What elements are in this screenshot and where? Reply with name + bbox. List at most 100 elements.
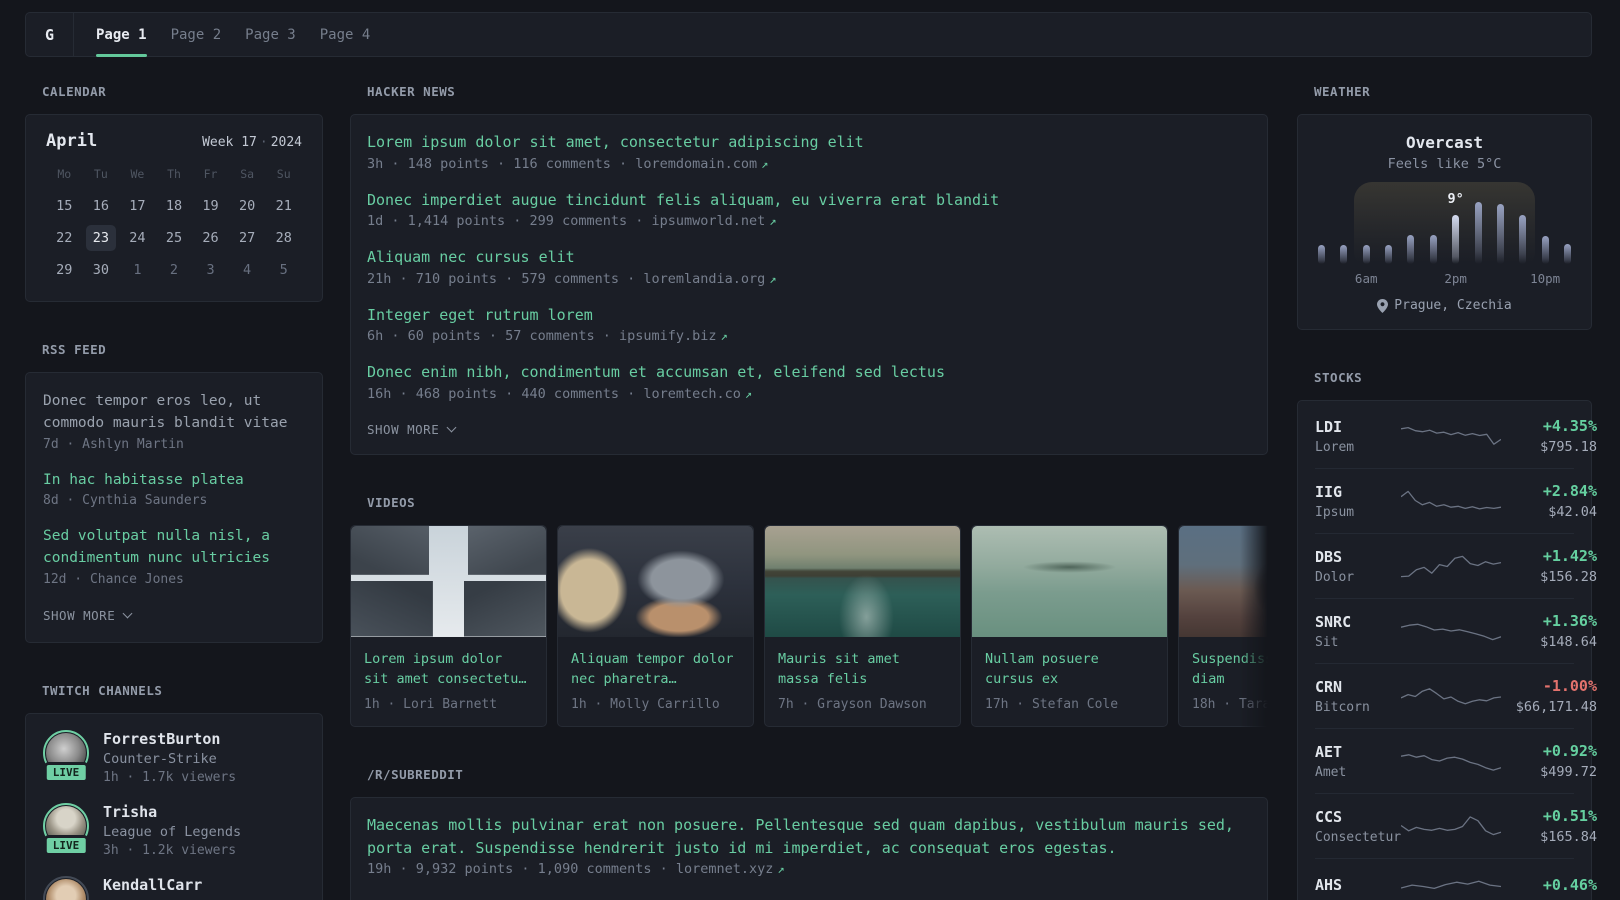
stock-symbol[interactable]: DBS [1315,548,1401,566]
tab-page-1[interactable]: Page 1 [96,13,147,57]
hn-item-meta: 16h · 468 points · 440 comments · loremt… [367,386,1251,402]
video-card[interactable]: Suspendisse diam 18h · Tara [1178,524,1268,727]
hn-item-title[interactable]: Donec enim nibh, condimentum et accumsan… [367,361,1251,384]
show-more-label: SHOW MORE [367,421,440,437]
hn-domain-link[interactable]: ipsumify.biz [619,328,717,344]
video-card[interactable]: Mauris sit amet massa felis 7h · Grayson… [764,524,961,727]
stock-row[interactable]: CRN Bitcorn -1.00% $66,171.48 [1315,663,1597,728]
weather-bar [1452,215,1460,264]
reddit-post-title[interactable]: Maecenas mollis pulvinar erat non posuer… [367,814,1251,859]
twitch-channel-name[interactable]: KendallCarr [103,876,202,894]
calendar-day: 25 [165,230,183,246]
tab-page-3[interactable]: Page 3 [245,13,296,56]
stock-symbol[interactable]: IIG [1315,483,1401,501]
hn-domain-link[interactable]: loremdomain.com [635,156,757,172]
twitch-channel-row[interactable]: KendallCarr [43,875,305,900]
twitch-channel-row[interactable]: LIVE ForrestBurton Counter-Strike 1h · 1… [43,729,305,785]
rss-section-title: RSS FEED [42,342,107,357]
weather-bar [1385,245,1393,264]
hn-item-title[interactable]: Integer eget rutrum lorem [367,304,1251,327]
stock-symbol[interactable]: AHS [1315,876,1401,894]
hn-domain-link[interactable]: loremtech.co [643,386,741,402]
rss-item-title[interactable]: Sed volutpat nulla nisl, a condimentum n… [43,526,305,570]
calendar-grid: Mo Tu We Th Fr Sa Su 15 16 17 18 19 20 2… [46,167,302,283]
rss-item: In hac habitasse platea 8d · Cynthia Sau… [43,470,305,509]
reddit-post-meta: 19h · 9,932 points · 1,090 comments · lo… [367,861,1251,877]
video-thumbnail[interactable] [1179,525,1268,637]
hn-item-title[interactable]: Donec imperdiet augue tincidunt felis al… [367,189,1251,212]
video-meta: 17h · Stefan Cole [985,697,1119,712]
external-link-icon: ↗ [720,329,728,343]
stock-change: +0.92% [1542,742,1597,760]
nav-tabs: Page 1 Page 2 Page 3 Page 4 [96,13,371,57]
video-card[interactable]: Aliquam tempor dolor nec pharetra… 1h · … [557,524,754,727]
calendar-widget: CALENDAR April Week 17 · 2024 Mo Tu We Th … [25,84,323,302]
stock-change: +0.51% [1542,807,1597,825]
stock-row[interactable]: IIG Ipsum +2.84% $42.04 [1315,468,1597,533]
calendar-month: April [46,131,98,151]
stock-name: Ipsum [1315,504,1355,520]
weather-bar [1474,202,1482,264]
stock-row[interactable]: AET Amet +0.92% $499.72 [1315,728,1597,793]
twitch-channel-name[interactable]: ForrestBurton [103,730,236,748]
video-title[interactable]: Mauris sit amet massa felis [778,649,947,690]
subreddit-section-title: /R/SUBREDDIT [367,767,464,782]
weekday-label: Mo [57,167,72,181]
stock-row[interactable]: LDI Lorem +4.35% $795.18 [1315,404,1597,468]
video-meta: 1h · Molly Carrillo [571,697,720,712]
stock-row[interactable]: SNRC Sit +1.36% $148.64 [1315,598,1597,663]
stock-symbol[interactable]: CRN [1315,678,1401,696]
stock-price: $148.64 [1540,634,1597,650]
stock-row[interactable]: AHS +0.46% [1315,858,1597,900]
stock-row[interactable]: DBS Dolor +1.42% $156.28 [1315,533,1597,598]
stocks-section-title: STOCKS [1314,370,1363,385]
video-thumbnail[interactable] [351,525,546,637]
stock-row[interactable]: CCS Consectetur +0.51% $165.84 [1315,793,1597,858]
video-thumbnail[interactable] [558,525,753,637]
calendar-day: 20 [238,198,256,214]
stock-sparkline [1401,816,1501,836]
weather-bar [1407,235,1415,264]
stock-name: Consectetur [1315,829,1402,845]
weather-bar [1519,215,1527,264]
hn-domain-link[interactable]: loremlandia.org [643,271,765,287]
external-link-icon: ↗ [744,386,753,401]
rss-item-title[interactable]: Donec tempor eros leo, ut commodo mauris… [43,391,305,435]
reddit-domain-link[interactable]: loremnet.xyz [676,861,774,877]
calendar-day-next-month: 1 [133,262,142,278]
video-thumbnail[interactable] [972,525,1167,637]
stock-symbol[interactable]: AET [1315,743,1401,761]
video-title[interactable]: Nullam posuere cursus ex [985,649,1154,690]
twitch-channel-name[interactable]: Trisha [103,803,241,821]
live-badge: LIVE [43,834,89,856]
rss-show-more-button[interactable]: SHOW MORE [43,608,133,623]
twitch-channel-row[interactable]: LIVE Trisha League of Legends 3h · 1.2k … [43,802,305,858]
rss-item-title[interactable]: In hac habitasse platea [43,470,305,492]
video-card[interactable]: Nullam posuere cursus ex 17h · Stefan Co… [971,524,1168,727]
stock-price: $66,171.48 [1515,699,1597,715]
stock-symbol[interactable]: LDI [1315,418,1401,436]
tab-page-2[interactable]: Page 2 [171,13,222,56]
calendar-week: Week 17 [202,135,257,150]
weather-bar [1362,245,1370,264]
live-badge: LIVE [43,761,89,783]
weekday-label: Th [167,167,181,181]
hn-item-title[interactable]: Lorem ipsum dolor sit amet, consectetur … [367,131,1251,154]
video-title[interactable]: Aliquam tempor dolor nec pharetra… [571,649,740,690]
stock-change: +1.42% [1542,547,1597,565]
video-title[interactable]: Lorem ipsum dolor sit amet consectetu… [364,649,533,690]
video-thumbnail[interactable] [765,525,960,637]
video-title[interactable]: Suspendisse diam [1192,649,1268,690]
hn-item-title[interactable]: Aliquam nec cursus elit [367,246,1251,269]
hn-domain-link[interactable]: ipsumworld.net [651,213,765,229]
stock-symbol[interactable]: CCS [1315,808,1401,826]
hn-show-more-button[interactable]: SHOW MORE [367,421,457,437]
tab-page-4[interactable]: Page 4 [320,13,371,56]
calendar-day-selected: 23 [85,225,116,251]
calendar-day: 16 [92,198,109,214]
daylight-region [1353,182,1536,270]
calendar-day: 21 [275,198,292,214]
rss-item: Sed volutpat nulla nisl, a condimentum n… [43,526,305,587]
video-card[interactable]: Lorem ipsum dolor sit amet consectetu… 1… [350,524,547,727]
stock-symbol[interactable]: SNRC [1315,613,1401,631]
